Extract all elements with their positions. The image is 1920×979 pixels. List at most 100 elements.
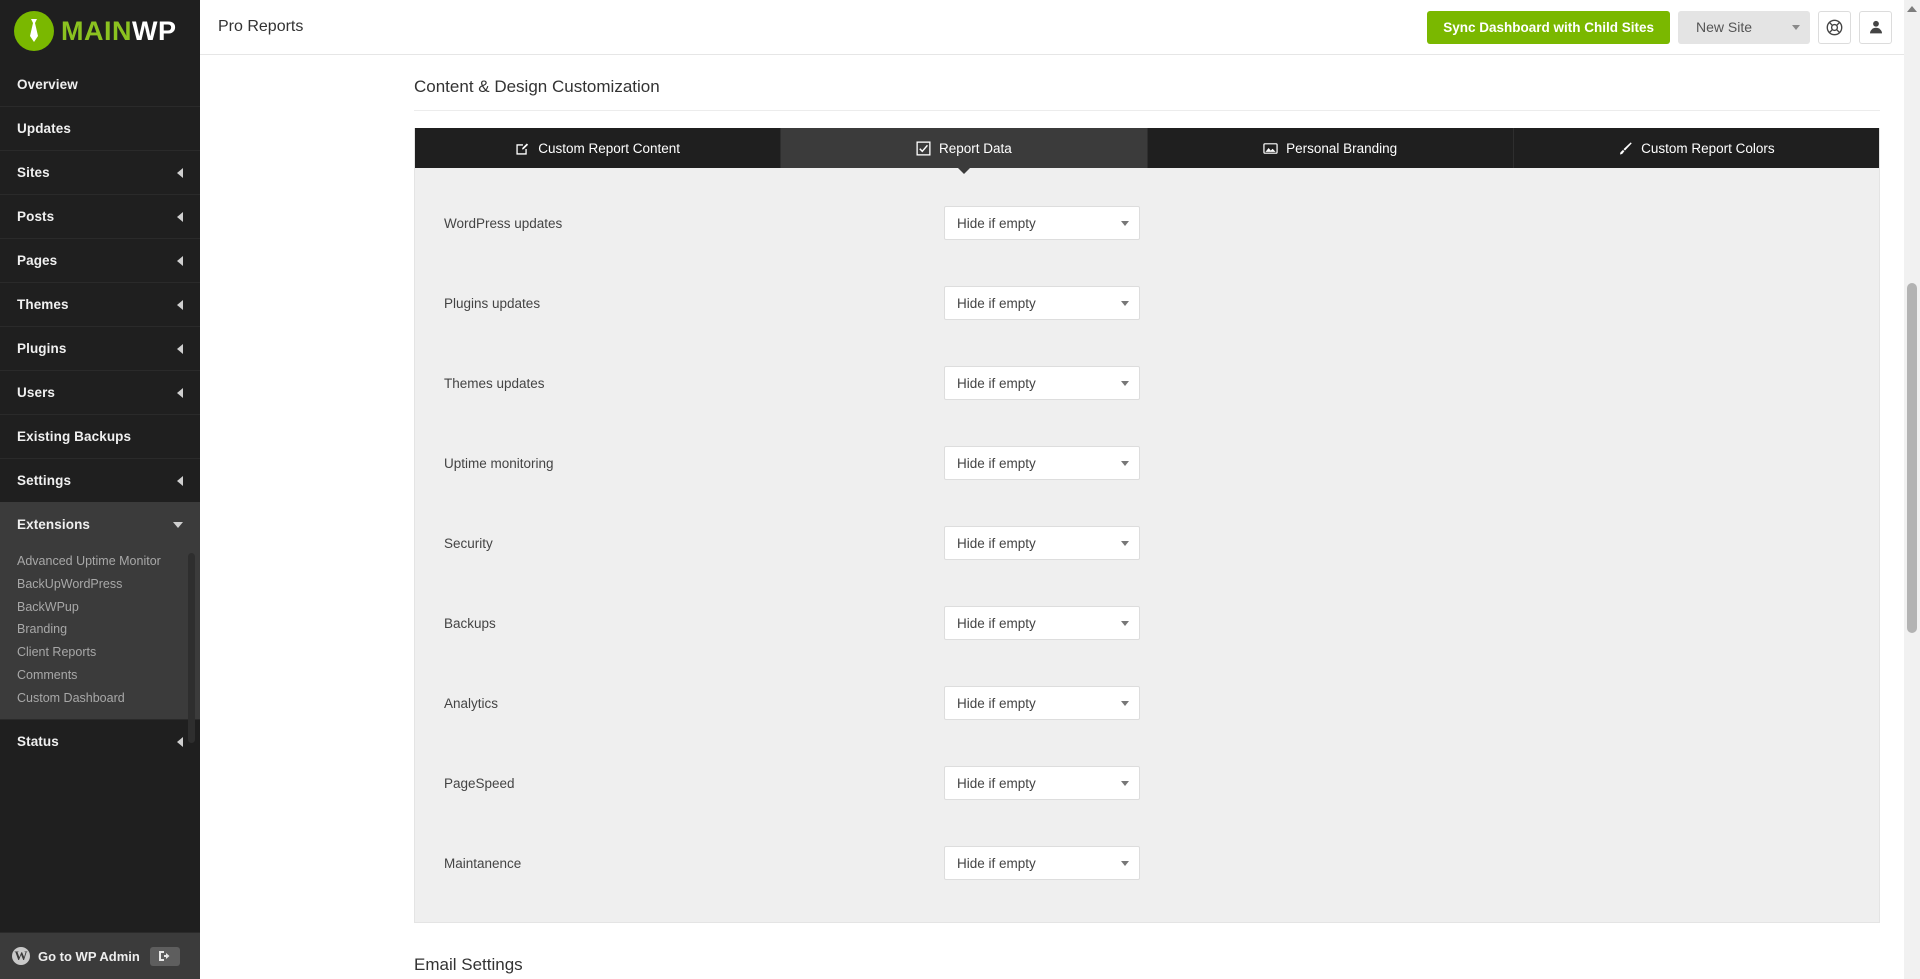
sidebar-item-label: Updates — [17, 121, 71, 136]
row-security: Security Hide if empty — [415, 518, 1879, 568]
main-area: Pro Reports Sync Dashboard with Child Si… — [200, 0, 1920, 979]
select-backups[interactable]: Hide if empty — [944, 606, 1140, 640]
chevron-left-icon — [177, 212, 183, 222]
go-to-wp-admin[interactable]: W Go to WP Admin — [0, 932, 200, 979]
select-value: Hide if empty — [957, 616, 1121, 631]
report-settings-panel: Custom Report Content Report Data — [414, 128, 1880, 923]
select-value: Hide if empty — [957, 536, 1121, 551]
sidebar-subitem-branding[interactable]: Branding — [0, 618, 200, 641]
row-label: Uptime monitoring — [444, 456, 944, 471]
row-label: WordPress updates — [444, 216, 944, 231]
chevron-down-icon — [1121, 461, 1129, 466]
chevron-down-icon — [1121, 861, 1129, 866]
select-value: Hide if empty — [957, 296, 1121, 311]
select-plugins-updates[interactable]: Hide if empty — [944, 286, 1140, 320]
chevron-left-icon — [177, 168, 183, 178]
content-design-heading: Content & Design Customization — [414, 77, 1880, 111]
tab-label: Custom Report Content — [538, 141, 680, 156]
page-title: Pro Reports — [218, 18, 303, 36]
sidebar-item-sites[interactable]: Sites — [0, 150, 200, 194]
sign-out-icon[interactable] — [150, 947, 180, 966]
row-themes-updates: Themes updates Hide if empty — [415, 358, 1879, 408]
new-site-select-value: New Site — [1696, 19, 1778, 35]
page-scrollbar-thumb[interactable] — [1907, 283, 1917, 633]
sidebar-subitem-backupwordpress[interactable]: BackUpWordPress — [0, 573, 200, 596]
logo-wp: WP — [132, 16, 177, 46]
sidebar-nav: Overview Updates Sites Posts Pages Theme… — [0, 62, 200, 763]
sidebar-subitem-custom-dashboard[interactable]: Custom Dashboard — [0, 687, 200, 710]
row-label: Plugins updates — [444, 296, 944, 311]
row-label: Maintanence — [444, 856, 944, 871]
sidebar-item-status[interactable]: Status — [0, 719, 200, 763]
chevron-down-icon — [1121, 781, 1129, 786]
help-button[interactable] — [1818, 11, 1851, 44]
row-label: Themes updates — [444, 376, 944, 391]
edit-pencil-icon — [515, 141, 530, 156]
tab-report-data[interactable]: Report Data — [781, 128, 1147, 168]
select-themes-updates[interactable]: Hide if empty — [944, 366, 1140, 400]
sidebar-item-plugins[interactable]: Plugins — [0, 326, 200, 370]
sidebar-subitem-client-reports[interactable]: Client Reports — [0, 641, 200, 664]
chevron-down-icon — [1121, 621, 1129, 626]
tab-custom-report-colors[interactable]: Custom Report Colors — [1514, 128, 1879, 168]
select-pagespeed[interactable]: Hide if empty — [944, 766, 1140, 800]
sidebar-item-label: Status — [17, 734, 59, 749]
tab-bar: Custom Report Content Report Data — [415, 128, 1879, 168]
topbar-actions: Sync Dashboard with Child Sites New Site — [1427, 11, 1892, 44]
sidebar-subitem-advanced-uptime-monitor[interactable]: Advanced Uptime Monitor — [0, 550, 200, 573]
chevron-left-icon — [177, 476, 183, 486]
sidebar-item-extensions[interactable]: Extensions — [0, 502, 200, 546]
sidebar-item-label: Pages — [17, 253, 57, 268]
scroll-up-arrow-icon[interactable] — [1907, 6, 1917, 12]
tab-label: Custom Report Colors — [1641, 141, 1775, 156]
sidebar-item-label: Themes — [17, 297, 69, 312]
select-analytics[interactable]: Hide if empty — [944, 686, 1140, 720]
select-security[interactable]: Hide if empty — [944, 526, 1140, 560]
chevron-left-icon — [177, 256, 183, 266]
account-button[interactable] — [1859, 11, 1892, 44]
sidebar-item-settings[interactable]: Settings — [0, 458, 200, 502]
sidebar-item-label: Settings — [17, 473, 71, 488]
new-site-select[interactable]: New Site — [1678, 11, 1810, 44]
sidebar-item-posts[interactable]: Posts — [0, 194, 200, 238]
sidebar-item-overview[interactable]: Overview — [0, 62, 200, 106]
chevron-down-icon — [173, 522, 183, 528]
select-wordpress-updates[interactable]: Hide if empty — [944, 206, 1140, 240]
sidebar-item-themes[interactable]: Themes — [0, 282, 200, 326]
row-pagespeed: PageSpeed Hide if empty — [415, 758, 1879, 808]
select-value: Hide if empty — [957, 856, 1121, 871]
email-settings-heading: Email Settings — [414, 955, 1880, 979]
chevron-down-icon — [1792, 25, 1800, 30]
tab-custom-report-content[interactable]: Custom Report Content — [415, 128, 781, 168]
sidebar-item-label: Extensions — [17, 517, 90, 532]
sidebar-item-label: Posts — [17, 209, 54, 224]
row-wordpress-updates: WordPress updates Hide if empty — [415, 198, 1879, 248]
content-area: Content & Design Customization Custom Re… — [200, 55, 1920, 979]
report-data-rows: WordPress updates Hide if empty Plugins … — [415, 168, 1879, 922]
sync-dashboard-button[interactable]: Sync Dashboard with Child Sites — [1427, 11, 1670, 44]
sidebar-item-existing-backups[interactable]: Existing Backups — [0, 414, 200, 458]
select-uptime-monitoring[interactable]: Hide if empty — [944, 446, 1140, 480]
select-maintanence[interactable]: Hide if empty — [944, 846, 1140, 880]
sidebar-item-users[interactable]: Users — [0, 370, 200, 414]
tab-label: Personal Branding — [1286, 141, 1397, 156]
row-uptime-monitoring: Uptime monitoring Hide if empty — [415, 438, 1879, 488]
sidebar-subitem-comments[interactable]: Comments — [0, 664, 200, 687]
sidebar-item-updates[interactable]: Updates — [0, 106, 200, 150]
sidebar-item-label: Users — [17, 385, 55, 400]
chevron-left-icon — [177, 388, 183, 398]
logo-text: MAINWP — [61, 18, 177, 45]
logo[interactable]: MAINWP — [0, 0, 200, 62]
select-value: Hide if empty — [957, 696, 1121, 711]
lifebuoy-icon — [1826, 19, 1843, 36]
row-label: Backups — [444, 616, 944, 631]
sidebar-subitem-backwpup[interactable]: BackWPup — [0, 596, 200, 619]
topbar: Pro Reports Sync Dashboard with Child Si… — [200, 0, 1920, 55]
chevron-down-icon — [1121, 701, 1129, 706]
tab-label: Report Data — [939, 141, 1012, 156]
row-label: Analytics — [444, 696, 944, 711]
sidebar: MAINWP Overview Updates Sites Posts Page… — [0, 0, 200, 979]
sidebar-item-pages[interactable]: Pages — [0, 238, 200, 282]
sidebar-scrollbar[interactable] — [188, 553, 195, 743]
tab-personal-branding[interactable]: Personal Branding — [1148, 128, 1514, 168]
